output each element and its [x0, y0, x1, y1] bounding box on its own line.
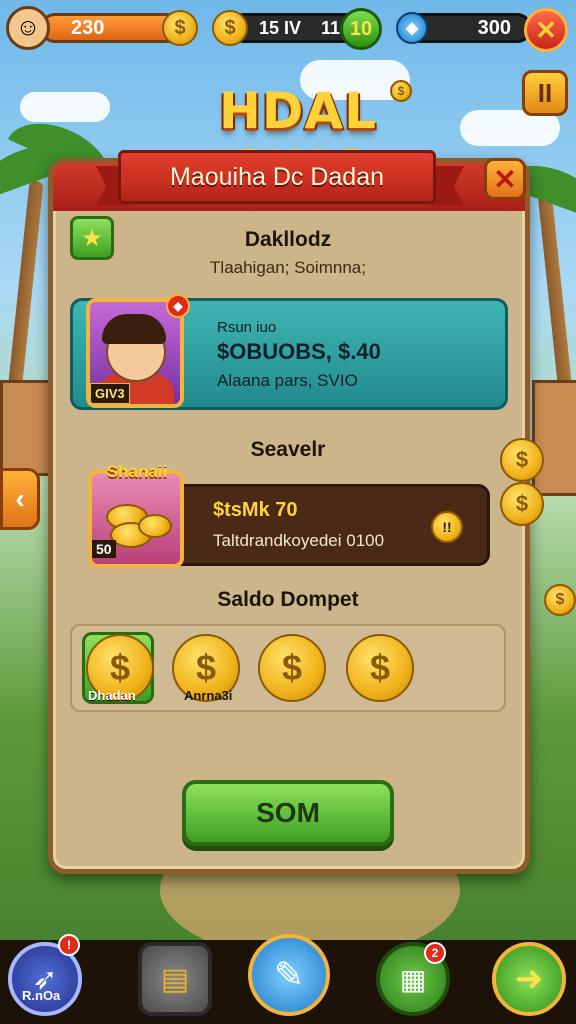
- dialog-ribbon-title: Maouiha Dc Dadan: [118, 150, 436, 204]
- nav-next-button[interactable]: ➜: [492, 942, 566, 1016]
- nav-edit-button[interactable]: ✎: [248, 934, 330, 1016]
- section-title: Saldo Dompet: [217, 588, 359, 611]
- reward-line-1: $tsMk 70: [213, 499, 298, 521]
- pencil-icon: ✎: [273, 954, 305, 995]
- coin-icon: $: [390, 80, 412, 102]
- notification-badge: !: [58, 934, 80, 956]
- treasure-chest-icon: ▤: [160, 962, 190, 996]
- currency-value: 300: [477, 16, 511, 39]
- top-hud: 230 ☺ $ 15 IV 11 $ 10 300 ◈ ✕: [0, 4, 576, 52]
- player-xp-value: 230: [71, 16, 105, 39]
- cloud: [20, 92, 110, 122]
- character-hair: [102, 314, 166, 344]
- gems-value: 11: [321, 17, 341, 38]
- coin-icon: $: [212, 10, 248, 46]
- coin-icon: $: [162, 10, 198, 46]
- reward-line-2: Taltdrandkoyedei 0100: [213, 531, 385, 550]
- player-avatar[interactable]: ☺: [6, 6, 50, 50]
- coin-label: Dhadan: [88, 688, 136, 703]
- character-badge: GIV3: [90, 383, 130, 404]
- close-button[interactable]: ✕: [484, 158, 526, 200]
- treasure-count: 50: [92, 540, 116, 558]
- pause-button[interactable]: II: [522, 70, 568, 116]
- coin-label: Anrna3i: [184, 688, 233, 703]
- card-line-1: Rsun iuo: [217, 319, 277, 336]
- arrow-right-icon: ➜: [514, 960, 544, 998]
- close-icon: ✕: [493, 163, 517, 195]
- treasure-label: Shanaii: [106, 462, 168, 481]
- nav-shortcut-label: R.nOa: [22, 988, 61, 1003]
- coin-icon: $: [500, 482, 544, 526]
- coin-icon: $: [544, 584, 576, 616]
- gems-badge[interactable]: 10: [340, 8, 382, 50]
- coin-item[interactable]: $: [258, 634, 326, 702]
- add-currency-button[interactable]: ✕: [524, 8, 568, 52]
- card-line-3: Alaana pars, SVIO: [217, 371, 358, 390]
- blue-gem-icon: ◈: [396, 12, 428, 44]
- section-subtitle: Tlaahigan; Soimnna;: [210, 258, 366, 277]
- section-title: Dakllodz: [244, 228, 332, 251]
- info-icon[interactable]: !!: [431, 511, 463, 543]
- chevron-left-icon[interactable]: ‹: [0, 468, 40, 530]
- notification-badge: 2: [424, 942, 446, 964]
- nav-inventory-button[interactable]: ▤: [138, 942, 212, 1016]
- level-value: 15 IV: [259, 17, 302, 38]
- map-icon: ▦: [399, 963, 427, 995]
- card-line-2: $OBUOBS, $.40: [217, 339, 381, 364]
- play-button[interactable]: SOM: [182, 780, 394, 846]
- coin-icon: $: [500, 438, 544, 482]
- section-title: Seavelr: [250, 438, 326, 461]
- coin-stack-icon: [138, 514, 172, 538]
- gem-icon: ◆: [166, 294, 190, 318]
- coin-item[interactable]: $: [346, 634, 414, 702]
